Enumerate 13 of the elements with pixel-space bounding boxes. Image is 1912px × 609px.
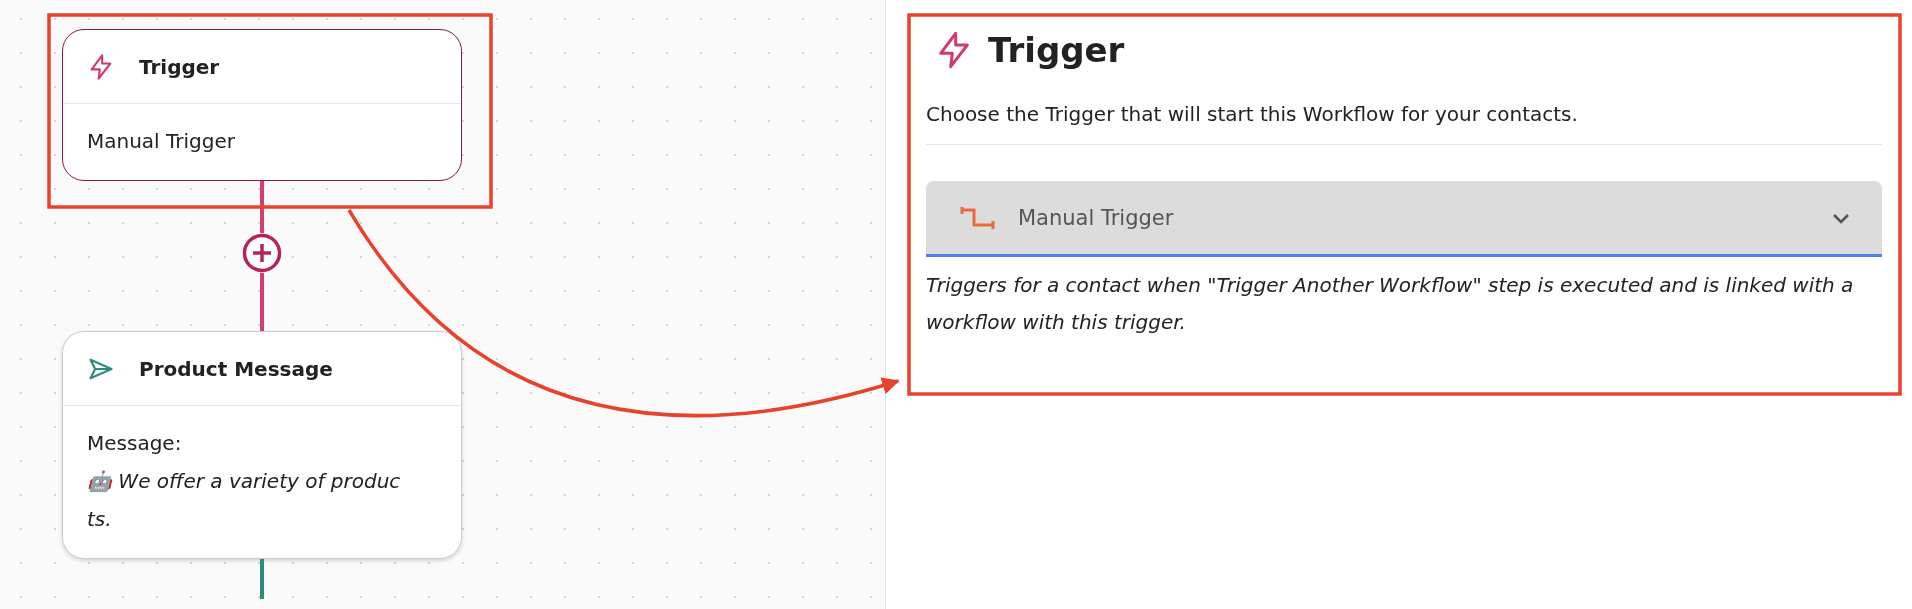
node-title: Trigger: [139, 54, 220, 79]
message-node[interactable]: Product Message Message: 🤖 We offer a variety of produc ts.: [62, 331, 462, 559]
panel-description: Choose the Trigger that will start this Workflow for your contacts.: [926, 72, 1882, 145]
trigger-node[interactable]: Trigger Manual Trigger: [62, 29, 462, 181]
panel-title: Trigger: [988, 30, 1125, 70]
help-text: Triggers for a contact when "Trigger Another Workflow" step is executed and is linked with a workflow with this trigger.: [926, 272, 1855, 336]
message-text: 🤖 We offer a variety of produc ts.: [87, 468, 402, 533]
add-step-icon[interactable]: [242, 233, 282, 273]
node-text: Manual Trigger: [87, 128, 236, 155]
trigger-select[interactable]: Manual Trigger: [926, 181, 1882, 257]
step-icon: [960, 206, 996, 229]
message-label: Message:: [87, 430, 183, 457]
node-title: Product Message: [139, 356, 333, 381]
